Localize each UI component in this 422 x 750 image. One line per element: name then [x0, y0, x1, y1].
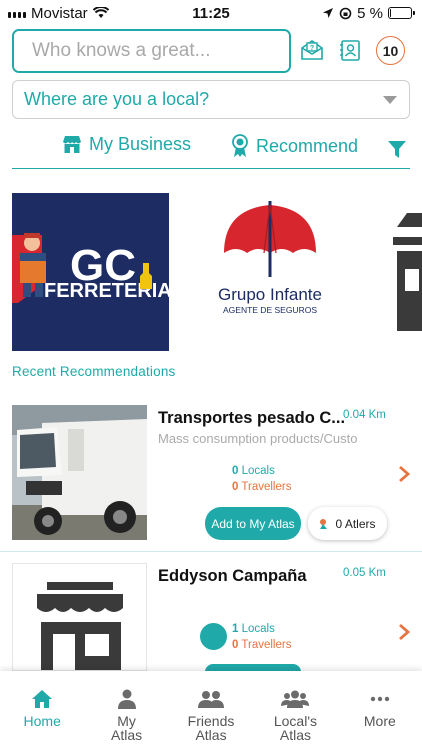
signal-icon [8, 8, 26, 18]
nav-home-label: Home [23, 713, 61, 729]
truck-photo [12, 405, 147, 540]
nav-locals-atlas[interactable]: Local's Atlas [253, 671, 337, 750]
contact-card-button[interactable] [337, 37, 363, 63]
chevron-right-icon[interactable] [398, 465, 410, 483]
travellers-count: 0 Travellers [232, 639, 292, 651]
featured-card-store[interactable] [389, 193, 422, 351]
svg-text:?: ? [310, 45, 314, 52]
gc-ferreteria-logo: GC FERRETERIA [12, 193, 169, 351]
more-icon [370, 696, 390, 702]
question-mail-button[interactable]: ? [299, 37, 325, 63]
travellers-count: 0 Travellers [232, 481, 292, 493]
home-icon [32, 690, 53, 708]
tab-recommend[interactable]: Recommend [231, 134, 358, 158]
section-title: Recent Recommendations [12, 364, 176, 379]
store-icon [63, 136, 81, 153]
battery-icon [388, 7, 415, 19]
bottom-nav: Home My Atlas Friends Atlas Local's Atla… [0, 671, 422, 750]
search-box [12, 29, 291, 73]
tab-recommend-label: Recommend [256, 135, 359, 156]
caret-down-icon [383, 95, 397, 104]
atlers-icon [320, 518, 328, 529]
tab-my-business[interactable]: My Business [62, 134, 191, 155]
tab-bar: My Business Recommend [12, 131, 410, 169]
recommendation-category: Mass consumption products/Custo [158, 431, 358, 446]
avatar [200, 623, 227, 650]
grupo-infante-logo: Grupo Infante AGENTE DE SEGUROS [218, 201, 322, 315]
featured-card-grupo-infante[interactable]: Grupo Infante AGENTE DE SEGUROS [194, 193, 351, 351]
locals-count: 1 Locals [232, 623, 275, 635]
grupo-infante-name: Grupo Infante [218, 285, 322, 304]
featured-carousel: GC FERRETERIA Grupo Infante AGENTE DE SE… [12, 193, 422, 351]
recommendation-distance: 0.05 Km [343, 567, 386, 579]
nav-home[interactable]: Home [0, 671, 84, 750]
clock-time: 11:25 [192, 4, 230, 22]
filter-icon[interactable] [388, 141, 406, 158]
question-mail-icon: ? [301, 40, 323, 60]
nav-more[interactable]: More [338, 671, 422, 750]
rotation-lock-icon [339, 7, 352, 19]
store-placeholder-photo [12, 563, 147, 671]
recommendation-distance: 0.04 Km [343, 409, 386, 421]
add-to-my-atlas-button[interactable]: Add to My Atlas [205, 507, 301, 540]
wifi-icon [92, 7, 109, 18]
nav-more-label: More [363, 713, 396, 729]
person-icon [117, 689, 136, 709]
nav-friends-atlas[interactable]: Friends Atlas [169, 671, 253, 750]
store-placeholder-icon [393, 213, 422, 331]
location-placeholder: Where are you a local? [24, 89, 210, 109]
contact-card-icon [340, 40, 360, 61]
search-input[interactable] [14, 31, 289, 71]
recommendation-name: Transportes pesado C... [158, 409, 344, 427]
group-icon [281, 690, 310, 708]
recommendation-name: Eddyson Campaña [158, 567, 307, 585]
notification-badge[interactable]: 10 [376, 36, 405, 65]
nav-my-atlas[interactable]: My Atlas [84, 671, 168, 750]
nav-locals-atlas-label: Local's Atlas [273, 713, 317, 743]
locals-count: 0 Locals [232, 465, 275, 477]
grupo-infante-tagline: AGENTE DE SEGUROS [223, 305, 317, 315]
atlers-button[interactable]: 0 Atlers [308, 507, 387, 540]
battery-percent: 5 % [357, 4, 383, 22]
location-select[interactable]: Where are you a local? [12, 80, 410, 119]
friends-icon [198, 691, 225, 708]
featured-card-gc-ferreteria[interactable]: GC FERRETERIA [12, 193, 169, 351]
battery-level [390, 9, 391, 17]
location-arrow-icon [323, 8, 334, 18]
search-row: ? 10 [12, 29, 412, 73]
nav-my-atlas-label: My Atlas [111, 713, 143, 743]
chevron-right-icon[interactable] [398, 623, 410, 641]
status-bar: Movistar 11:25 5 % [0, 0, 422, 26]
tab-my-business-label: My Business [89, 134, 192, 154]
award-ribbon-icon [232, 134, 248, 157]
atlers-label: 0 Atlers [335, 516, 376, 531]
divider [0, 551, 422, 552]
carrier-label: Movistar [31, 4, 88, 22]
nav-friends-atlas-label: Friends Atlas [187, 713, 235, 743]
